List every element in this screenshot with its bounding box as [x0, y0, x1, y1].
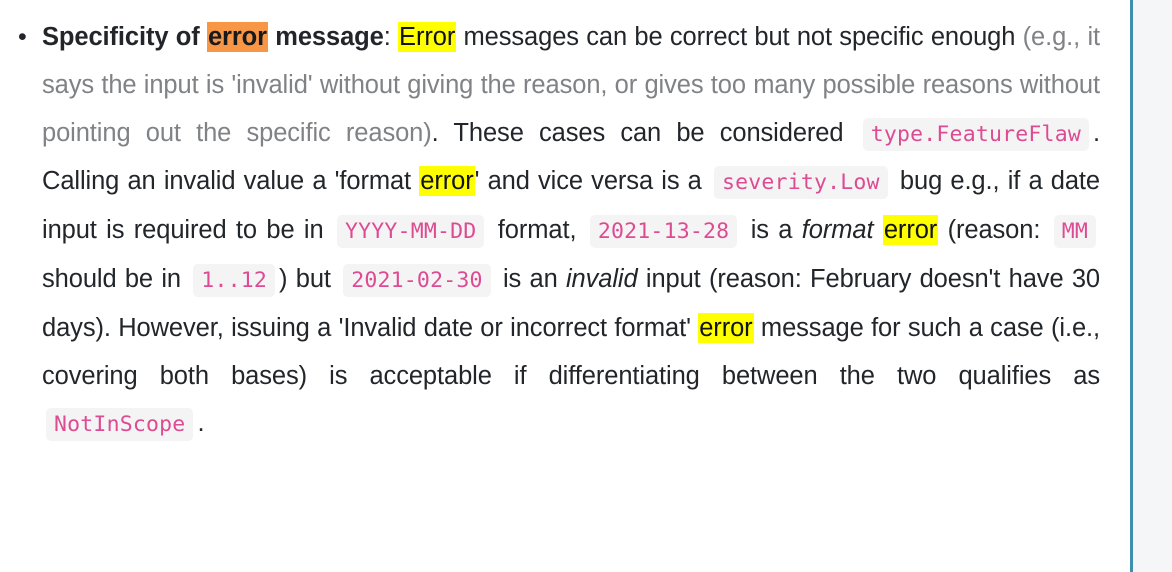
bullet-list: Specificity of error message: Error mess…: [0, 14, 1100, 449]
document-content-area: Specificity of error message: Error mess…: [0, 0, 1130, 572]
sentence-2: . These cases can be considered: [431, 118, 859, 147]
code-severity-low: severity.Low: [713, 166, 888, 200]
highlight-yellow-error-2: error: [419, 166, 475, 197]
highlight-orange-error: error: [206, 22, 268, 52]
colon-separator: :: [383, 23, 399, 51]
code-date-2021-02-30: 2021-02-30: [343, 263, 491, 297]
sentence-1: messages can be correct but not specific…: [456, 23, 1023, 51]
document-page: Specificity of error message: Error mess…: [0, 0, 1172, 572]
code-yyyy-mm-dd: YYYY-MM-DD: [336, 215, 485, 249]
code-range-1-12: 1..12: [193, 263, 276, 297]
sentence-8: (reason:: [938, 216, 1050, 245]
sentence-11: is an: [494, 264, 566, 293]
code-mm: MM: [1053, 215, 1097, 249]
sentence-14: .: [197, 409, 205, 438]
highlight-yellow-error-capital: Error: [398, 22, 457, 52]
lead-bold-text-2: message: [267, 23, 384, 51]
italic-invalid: invalid: [565, 264, 638, 293]
sentence-7: is a: [741, 216, 802, 245]
italic-format: format: [801, 216, 874, 245]
list-item: Specificity of error message: Error mess…: [18, 14, 1100, 449]
sentence-4: ' and vice versa is a: [474, 167, 710, 196]
sentence-9: should be in: [42, 264, 190, 293]
right-gutter-panel: [1133, 0, 1172, 572]
highlight-yellow-error-3: error: [882, 215, 939, 246]
code-notinscope: NotInScope: [46, 408, 194, 442]
sentence-10: ) but: [279, 264, 340, 293]
code-date-2021-13-28: 2021-13-28: [589, 215, 738, 249]
highlight-yellow-error-4: error: [698, 312, 754, 343]
code-type-featureflaw: type.FeatureFlaw: [862, 117, 1089, 151]
space-1: [873, 216, 882, 244]
sentence-6: format,: [488, 216, 586, 245]
lead-bold-text-1: Specificity of: [42, 23, 207, 51]
